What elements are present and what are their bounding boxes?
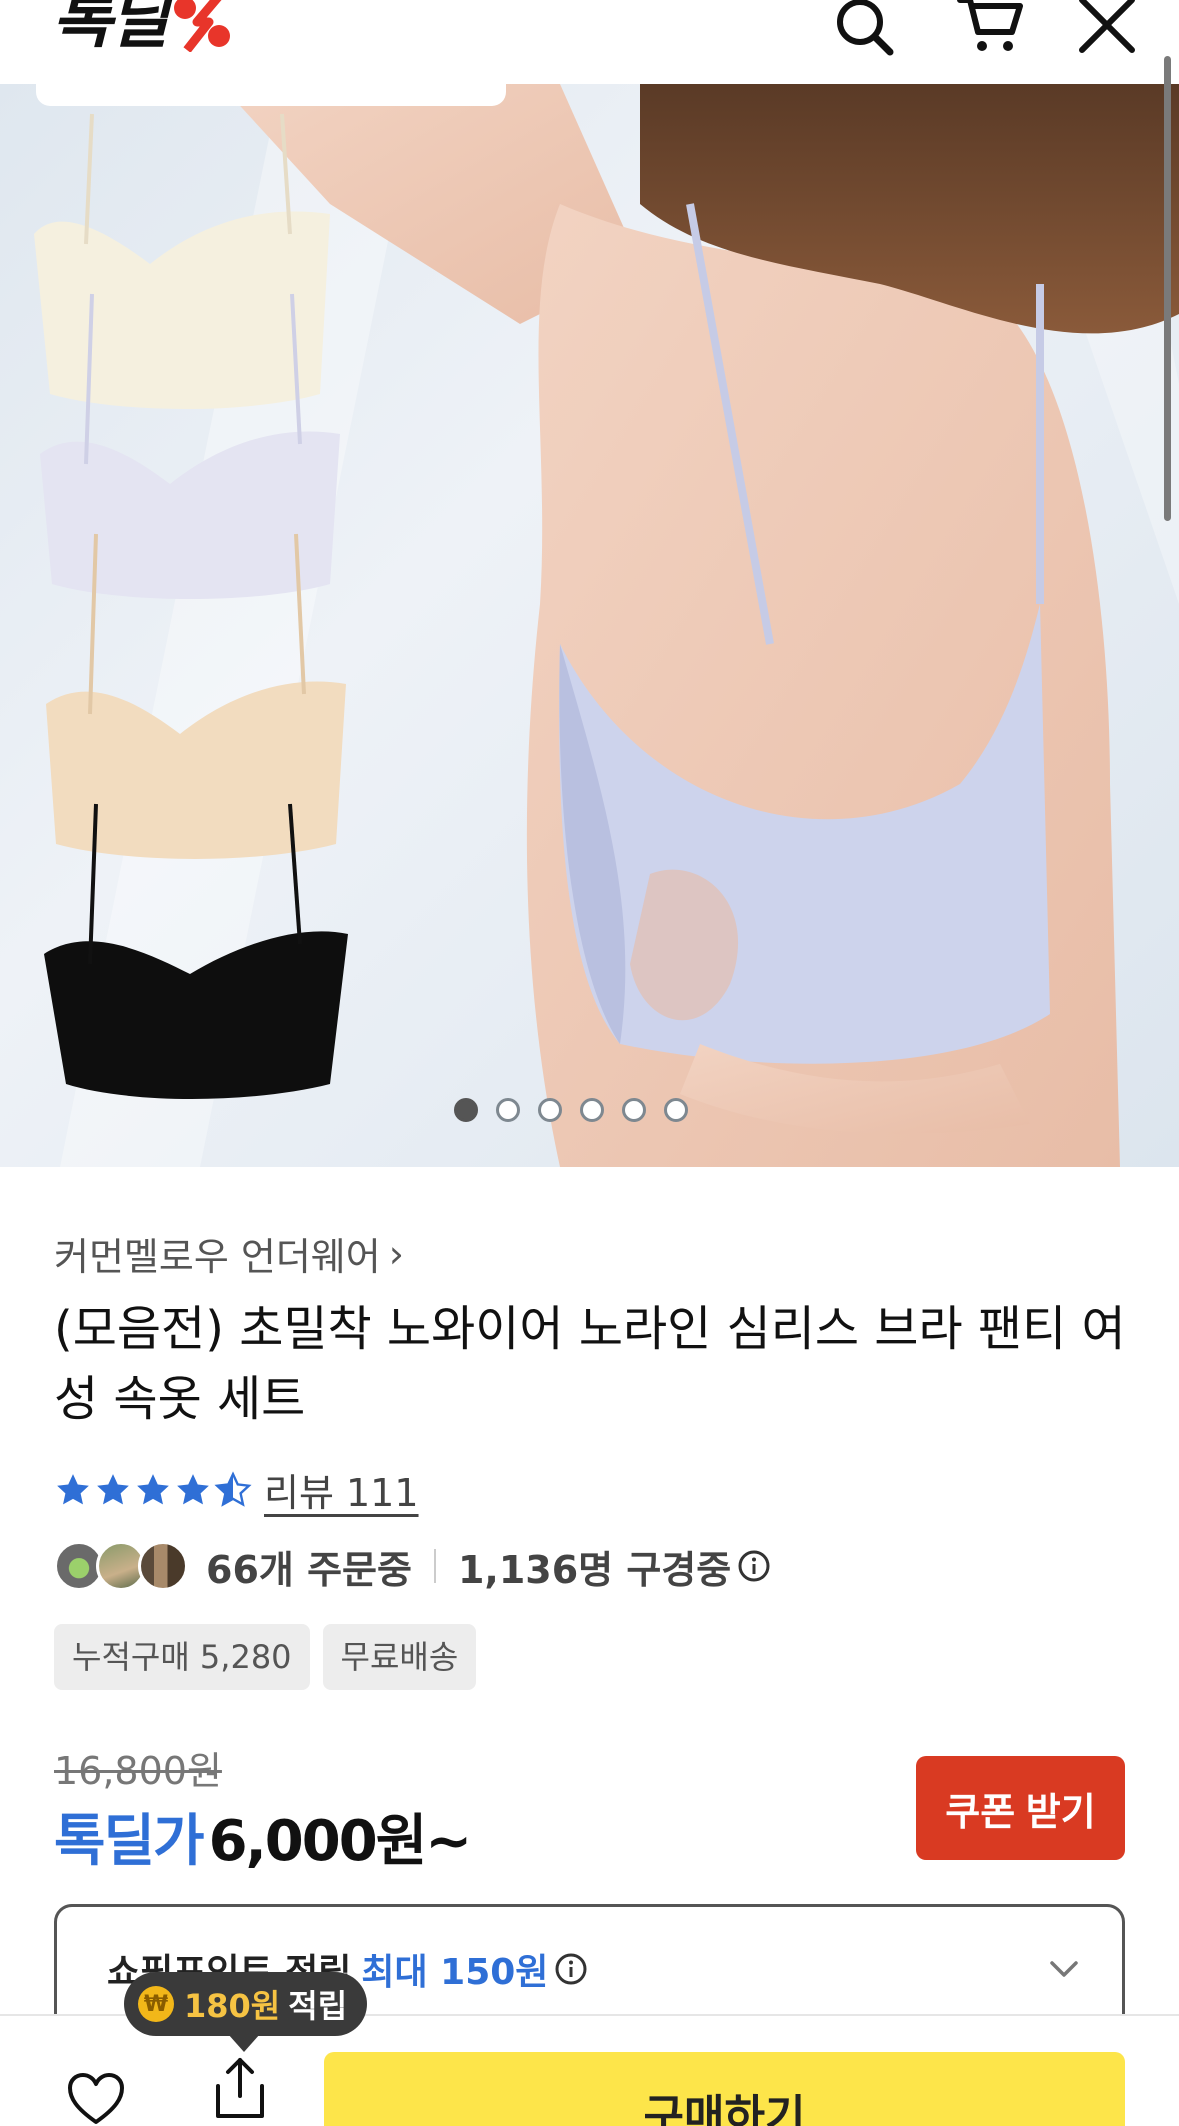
search-icon[interactable] xyxy=(830,0,900,62)
info-icon[interactable] xyxy=(554,1952,588,1986)
deal-price: 6,000원~ xyxy=(208,1809,473,1874)
coin-icon: ₩ xyxy=(138,1986,174,2022)
gallery-dot[interactable] xyxy=(621,1098,646,1122)
page-scrollbar[interactable] xyxy=(1164,56,1171,521)
product-image-gallery[interactable] xyxy=(0,84,1179,1167)
brand-link[interactable]: 커먼멜로우 언더웨어 › xyxy=(54,1226,404,1281)
review-count-link[interactable]: 리뷰 111 xyxy=(264,1462,419,1517)
reward-amount: 180원 xyxy=(184,1987,281,2025)
buy-button[interactable]: 구매하기 xyxy=(324,2052,1125,2126)
star-full-icon xyxy=(97,1473,129,1504)
orders-count: 66개 주문중 xyxy=(206,1547,412,1592)
star-full-icon xyxy=(57,1473,89,1504)
deal-label: 톡딜가 xyxy=(54,1809,205,1874)
logo-text: 톡딜 xyxy=(52,0,169,57)
heart-icon[interactable] xyxy=(66,2072,126,2126)
logo-percent-mark xyxy=(174,0,231,52)
image-caption-bar xyxy=(36,84,506,106)
social-proof-row: 66개 주문중 1,136명 구경중 xyxy=(54,1538,771,1594)
star-full-icon xyxy=(177,1473,209,1504)
rating-row[interactable]: 리뷰 111 xyxy=(54,1462,419,1517)
coupon-button[interactable]: 쿠폰 받기 xyxy=(916,1756,1125,1860)
avatar xyxy=(138,1541,188,1591)
original-price: 16,800원 xyxy=(54,1749,222,1793)
divider xyxy=(433,1549,436,1583)
gallery-pagination[interactable] xyxy=(0,1098,1179,1122)
tag-free-shipping: 무료배송 xyxy=(322,1624,477,1690)
reward-tooltip: ₩ 180원 적립 xyxy=(124,1972,368,2052)
deal-price-row: 톡딜가 6,000원~ xyxy=(54,1796,473,1877)
close-icon[interactable] xyxy=(1074,0,1144,62)
logo[interactable]: 톡딜 xyxy=(52,0,235,52)
product-page: 톡딜 커먼멜로우 언더웨어 › (모음전) 초밀착 노와이어 노라인 심리스 브… xyxy=(0,0,1179,2126)
gallery-dot[interactable] xyxy=(537,1098,562,1122)
product-title: (모음전) 초밀착 노와이어 노라인 심리스 브라 팬티 여성 속옷 세트 xyxy=(54,1301,1126,1427)
reward-label: 적립 xyxy=(288,1987,348,2025)
top-header: 톡딜 xyxy=(0,0,1179,84)
star-half-icon xyxy=(214,1470,252,1507)
star-rating xyxy=(54,1470,252,1509)
gallery-dot[interactable] xyxy=(495,1098,520,1122)
cart-icon[interactable] xyxy=(956,0,1026,62)
social-stats: 66개 주문중 1,136명 구경중 xyxy=(206,1539,771,1594)
buyer-avatars xyxy=(54,1541,188,1591)
share-icon[interactable] xyxy=(212,2056,268,2122)
gallery-dot[interactable] xyxy=(579,1098,604,1122)
star-full-icon xyxy=(137,1473,169,1504)
product-tags: 누적구매 5,280 무료배송 xyxy=(54,1624,477,1690)
viewers-count: 1,136명 구경중 xyxy=(457,1547,732,1592)
info-icon[interactable] xyxy=(737,1549,771,1583)
gallery-dot[interactable] xyxy=(663,1098,688,1122)
chevron-right-icon: › xyxy=(388,1231,404,1276)
product-photo xyxy=(34,84,1179,1167)
tag-cumulative-purchases: 누적구매 5,280 xyxy=(54,1624,310,1690)
gallery-dot[interactable] xyxy=(453,1098,478,1122)
chevron-down-icon[interactable] xyxy=(1046,1951,1082,1987)
brand-name: 커먼멜로우 언더웨어 xyxy=(54,1235,381,1279)
points-max: 최대 150원 xyxy=(361,1952,549,1993)
